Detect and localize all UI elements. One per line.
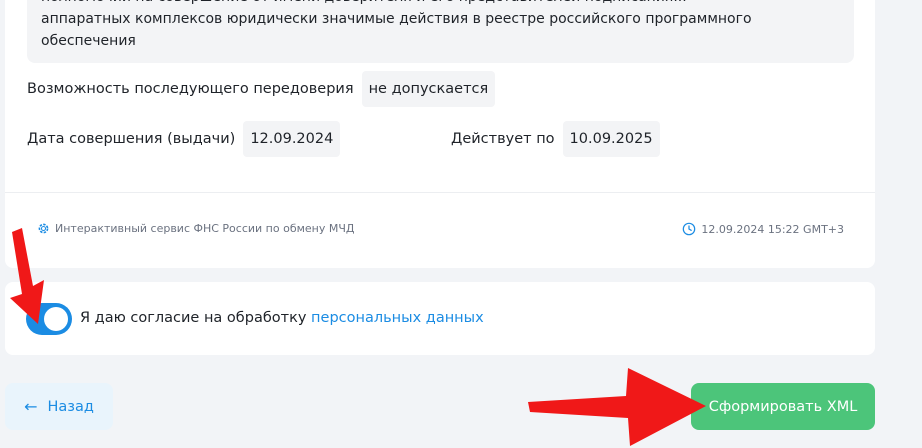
annotation-arrow-down-icon bbox=[10, 228, 44, 324]
timestamp-footer: 12.09.2024 15:22 GMT+3 bbox=[682, 222, 844, 236]
redelegation-label: Возможность последующего передоверия bbox=[27, 81, 354, 97]
description-text: полномочий на совершение от имени довери… bbox=[41, 0, 840, 52]
description-line-1: аппаратных комплексов юридически значимы… bbox=[41, 11, 752, 27]
consent-label: Я даю согласие на обработку персональных… bbox=[80, 310, 484, 326]
personal-data-link[interactable]: персональных данных bbox=[311, 310, 484, 326]
consent-text: Я даю согласие на обработку bbox=[80, 310, 307, 326]
timestamp: 12.09.2024 15:22 GMT+3 bbox=[701, 222, 844, 236]
back-button-label: Назад bbox=[47, 398, 94, 415]
valid-until-value: 10.09.2025 bbox=[562, 121, 660, 157]
generate-xml-button[interactable]: Сформировать XML bbox=[691, 383, 875, 430]
annotation-arrow-right-icon bbox=[528, 368, 706, 446]
generate-xml-label: Сформировать XML bbox=[708, 398, 858, 415]
redelegation-row: Возможность последующего передоверия не … bbox=[27, 71, 496, 107]
service-footer: Интерактивный сервис ФНС России по обмен… bbox=[37, 222, 355, 235]
issue-date-value: 12.09.2024 bbox=[243, 121, 341, 157]
issue-date-label: Дата совершения (выдачи) bbox=[27, 131, 236, 147]
description-line-cut: полномочий на совершение от имени довери… bbox=[41, 0, 840, 8]
issue-date-row: Дата совершения (выдачи) 12.09.2024 bbox=[27, 121, 341, 157]
arrow-left-icon: ← bbox=[24, 397, 38, 416]
service-name: Интерактивный сервис ФНС России по обмен… bbox=[55, 222, 355, 235]
description-line-2: обеспечения bbox=[41, 33, 136, 49]
clock-icon bbox=[683, 222, 696, 236]
valid-until-row: Действует по 10.09.2025 bbox=[451, 121, 660, 157]
back-button[interactable]: ← Назад bbox=[5, 383, 113, 430]
valid-until-label: Действует по bbox=[451, 131, 555, 147]
description-box: полномочий на совершение от имени довери… bbox=[27, 0, 854, 63]
card-divider bbox=[5, 192, 875, 193]
redelegation-value: не допускается bbox=[361, 71, 496, 107]
